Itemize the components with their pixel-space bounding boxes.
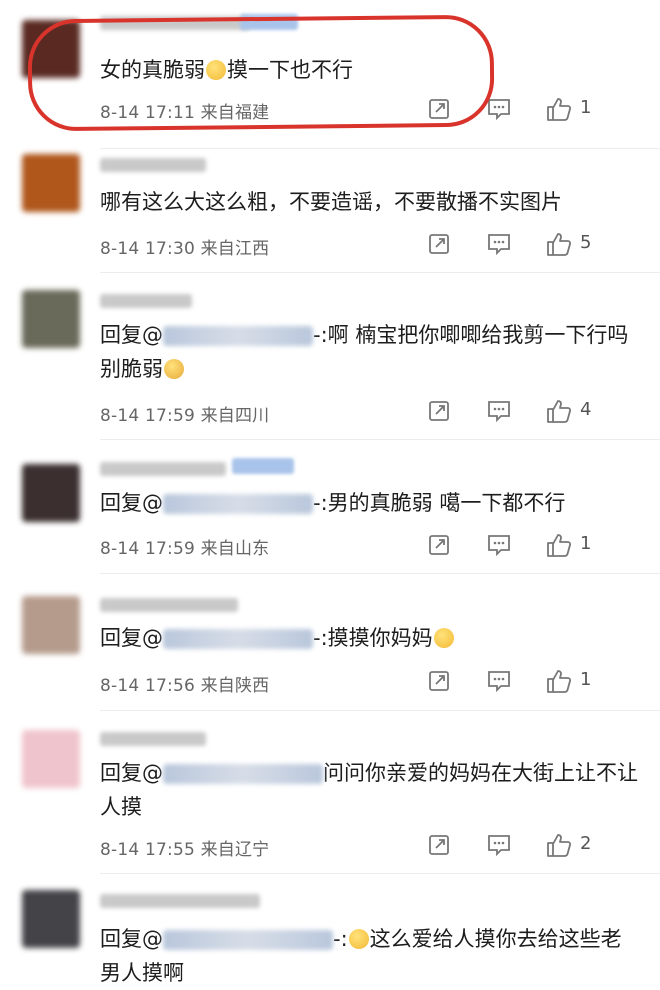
comment-item: 回复@ -:啊 楠宝把你唧唧给我剪一下行吗 别脆弱 8-14 17:59 来自四川… [0, 290, 660, 440]
like-count: 1 [580, 533, 592, 554]
thumbs-up-icon[interactable] [546, 96, 572, 122]
username-badge-blurred [232, 458, 294, 474]
like-count: 4 [580, 399, 592, 420]
mention-blurred[interactable] [163, 930, 333, 950]
avatar[interactable] [22, 730, 80, 788]
tongue-emoji-icon [433, 628, 454, 648]
username-blurred [100, 894, 260, 908]
avatar[interactable] [22, 464, 80, 522]
comment-actions: 1 [420, 532, 660, 562]
thumbs-up-icon[interactable] [546, 668, 572, 694]
username-blurred [100, 294, 192, 308]
red-highlight-annotation [27, 14, 495, 132]
share-icon[interactable] [428, 400, 450, 422]
username-blurred [100, 732, 206, 746]
avatar[interactable] [22, 596, 80, 654]
comment-meta: 8-14 17:59 来自四川 [100, 406, 270, 426]
share-icon[interactable] [428, 233, 450, 255]
mention-blurred[interactable] [163, 494, 313, 514]
avatar[interactable] [22, 154, 80, 212]
comment-icon[interactable] [487, 670, 511, 692]
comment-icon[interactable] [487, 534, 511, 556]
comment-item: 回复@ -:男的真脆弱 噶一下都不行 8-14 17:59 来自山东 1 [0, 458, 660, 574]
thumbs-up-icon[interactable] [546, 832, 572, 858]
divider [100, 873, 660, 874]
comment-meta: 8-14 17:59 来自山东 [100, 539, 270, 559]
comment-meta: 8-14 17:56 来自陕西 [100, 676, 270, 696]
comment-icon[interactable] [487, 400, 511, 422]
comment-text: 回复@ -:男的真脆弱 噶一下都不行 [100, 491, 566, 515]
username-blurred [100, 462, 226, 476]
like-count: 1 [580, 669, 592, 690]
thumbs-up-icon[interactable] [546, 532, 572, 558]
comment-text: 回复@ -:啊 楠宝把你唧唧给我剪一下行吗 别脆弱 [100, 323, 629, 381]
comment-actions: 5 [420, 231, 660, 261]
comment-text: 回复@ 问问你亲爱的妈妈在大街上让不让人摸 [100, 761, 638, 819]
divider [100, 148, 660, 149]
divider [100, 573, 660, 574]
like-count: 2 [580, 833, 592, 854]
mention-blurred[interactable] [163, 629, 313, 649]
crying-emoji-icon [164, 359, 184, 379]
avatar[interactable] [22, 890, 80, 948]
smile-emoji-icon [348, 929, 369, 949]
comment-item: 回复@ -: 这么爱给人摸你去给这些老男人摸啊 [0, 890, 660, 985]
like-count: 5 [580, 232, 592, 253]
comment-icon[interactable] [487, 233, 511, 255]
comment-actions: 1 [420, 668, 660, 698]
comment-meta: 8-14 17:30 来自江西 [100, 239, 270, 259]
thumbs-up-icon[interactable] [546, 398, 572, 424]
comment-actions: 4 [420, 398, 660, 428]
comment-text: 哪有这么大这么粗，不要造谣，不要散播不实图片 [100, 190, 562, 214]
comment-actions: 2 [420, 832, 660, 862]
divider [100, 439, 660, 440]
share-icon[interactable] [428, 534, 450, 556]
username-blurred [100, 158, 206, 172]
divider [100, 710, 660, 711]
thumbs-up-icon[interactable] [546, 231, 572, 257]
comment-item: 哪有这么大这么粗，不要造谣，不要散播不实图片 8-14 17:30 来自江西 5 [0, 154, 660, 274]
username-blurred [100, 598, 238, 612]
comment-text: 回复@ -:摸摸你妈妈 [100, 621, 640, 655]
divider [100, 272, 660, 273]
comment-item: 回复@ 问问你亲爱的妈妈在大街上让不让人摸 8-14 17:55 来自辽宁 2 [0, 730, 660, 880]
comment-icon[interactable] [487, 98, 511, 120]
share-icon[interactable] [428, 834, 450, 856]
comment-text: 回复@ -: 这么爱给人摸你去给这些老男人摸啊 [100, 927, 622, 985]
mention-blurred[interactable] [163, 764, 323, 784]
comment-icon[interactable] [487, 834, 511, 856]
avatar[interactable] [22, 290, 80, 348]
comment-item: 回复@ -:摸摸你妈妈 8-14 17:56 来自陕西 1 [0, 596, 660, 712]
comment-meta: 8-14 17:55 来自辽宁 [100, 840, 270, 860]
share-icon[interactable] [428, 670, 450, 692]
like-count: 1 [580, 97, 592, 118]
mention-blurred[interactable] [163, 326, 313, 346]
